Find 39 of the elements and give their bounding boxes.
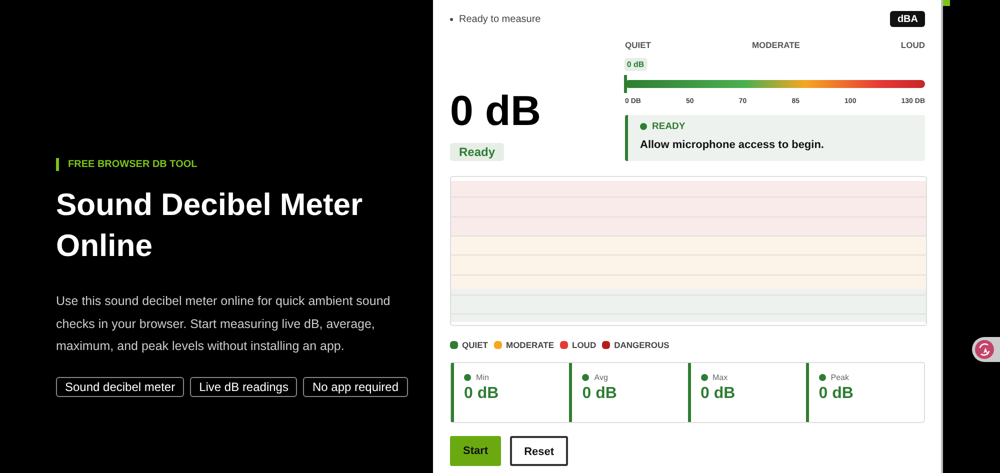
stat-label: Min	[476, 373, 489, 382]
translate-button[interactable]	[972, 337, 1000, 362]
feature-tag: No app required	[303, 376, 408, 396]
description: Use this sound decibel meter online for quick ambient sound checks in your browser. Start measuring live dB, average, maximum, and peak levels without installing an app.	[56, 293, 392, 355]
level-bubble: 0 dB	[624, 58, 648, 71]
stat-label: Peak	[830, 373, 849, 382]
scale-label: LOUD	[900, 40, 925, 50]
secondary-button[interactable]: Reset	[510, 436, 568, 466]
scale-label: MODERATE	[752, 40, 800, 50]
legend-label: QUIET	[462, 340, 488, 350]
status-badge: Ready	[450, 143, 504, 161]
stat-dot	[700, 374, 708, 381]
stat-label: Max	[712, 373, 728, 382]
status-text: Ready to measure	[459, 14, 541, 24]
accent-mark	[943, 0, 950, 6]
legend-label: DANGEROUS	[614, 340, 670, 350]
translate-icon	[975, 340, 994, 359]
db-reading: 0 dB	[450, 89, 542, 133]
stat-value: 0 dB	[464, 385, 500, 403]
scale-label: QUIET	[625, 40, 651, 50]
stat-dot	[818, 374, 826, 381]
stat-value: 0 dB	[700, 385, 736, 403]
weighting-button[interactable]: dBA	[890, 11, 925, 27]
feature-tag: Live dB readings	[190, 376, 298, 396]
legend-label: LOUD	[572, 340, 596, 350]
stat-value: 0 dB	[818, 385, 854, 403]
legend-label: MODERATE	[506, 340, 554, 350]
notice-title: READY	[652, 121, 686, 132]
stat-dot	[464, 374, 471, 381]
primary-button[interactable]: Start	[450, 436, 502, 466]
feature-tag: Sound decibel meter	[56, 376, 184, 396]
page-title: Sound Decibel Meter Online	[56, 186, 364, 265]
status-dot	[640, 123, 647, 130]
eyebrow-label: FREE BROWSER DB TOOL	[56, 158, 198, 171]
stat-label: Avg	[594, 373, 608, 382]
notice-message: Allow microphone access to begin.	[640, 139, 825, 151]
stat-dot	[582, 374, 590, 381]
bullet-icon	[450, 18, 453, 20]
stat-value: 0 dB	[582, 385, 618, 403]
